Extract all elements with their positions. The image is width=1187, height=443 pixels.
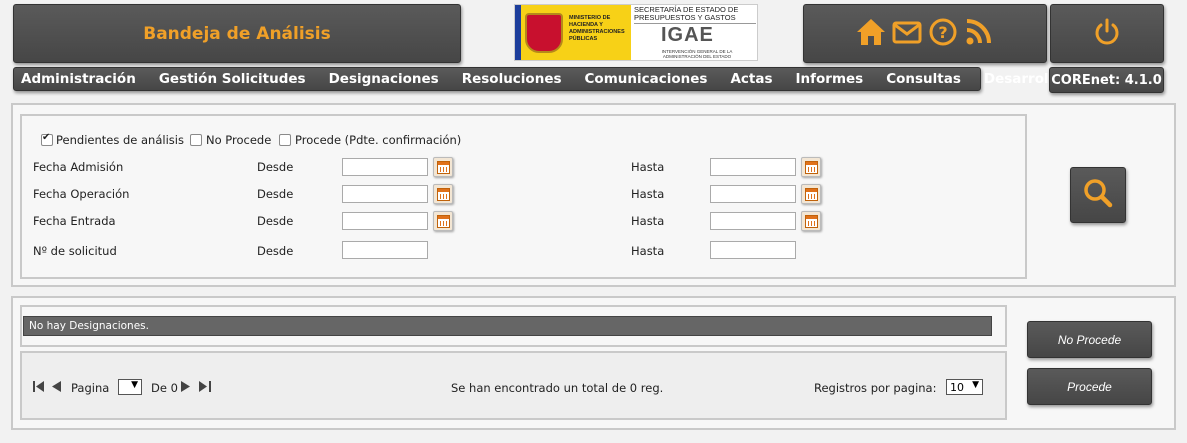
fecha-entrada-hasta-input[interactable] xyxy=(710,212,796,230)
calendar-button[interactable] xyxy=(433,184,453,204)
svg-text:?: ? xyxy=(938,23,947,42)
calendar-button[interactable] xyxy=(433,211,453,231)
fecha-entrada-hasta-label: Hasta xyxy=(631,214,665,228)
checkbox-no-procede[interactable] xyxy=(190,134,202,146)
app-title: Bandeja de Análisis xyxy=(143,23,331,44)
page-label: Pagina xyxy=(71,381,110,395)
calendar-icon xyxy=(804,160,818,174)
logo-eu-stripe xyxy=(515,5,521,60)
first-page-icon[interactable] xyxy=(33,381,45,395)
fecha-admision-label: Fecha Admisión xyxy=(33,160,124,174)
checkbox-pendientes-label: Pendientes de análisis xyxy=(56,133,184,147)
search-button[interactable] xyxy=(1070,167,1126,223)
help-icon[interactable]: ? xyxy=(927,17,959,51)
version-badge: COREnet: 4.1.0 xyxy=(1049,67,1164,93)
calendar-icon xyxy=(436,214,450,228)
fecha-admision-hasta-input[interactable] xyxy=(710,158,796,176)
per-page-value: 10 xyxy=(950,380,964,394)
fecha-operacion-desde-input[interactable] xyxy=(342,185,428,203)
calendar-button[interactable] xyxy=(801,184,821,204)
logout-button[interactable] xyxy=(1050,4,1164,63)
ministry-logo: MINISTERIO DE HACIENDA Y ADMINISTRACIONE… xyxy=(514,4,758,61)
total-records-text: Se han encontrado un total de 0 reg. xyxy=(451,381,664,395)
procede-button[interactable]: Procede xyxy=(1027,368,1152,405)
menu-item-comunicaciones[interactable]: Comunicaciones xyxy=(585,71,708,87)
fecha-admision-desde-input[interactable] xyxy=(342,158,428,176)
menu-item-actas[interactable]: Actas xyxy=(730,71,772,87)
fecha-entrada-label: Fecha Entrada xyxy=(33,214,116,228)
logo-igae-subtitle: INTERVENCIÓN GENERAL DE LA ADMINISTRACIÓ… xyxy=(661,49,733,59)
calendar-icon xyxy=(436,187,450,201)
fecha-entrada-desde-input[interactable] xyxy=(342,212,428,230)
fecha-operacion-hasta-label: Hasta xyxy=(631,187,665,201)
logo-igae-text: IGAE xyxy=(661,24,714,46)
no-procede-button[interactable]: No Procede xyxy=(1027,321,1152,358)
checkbox-procede-label: Procede (Pdte. confirmación) xyxy=(295,133,462,147)
empty-results-message: No hay Designaciones. xyxy=(23,316,992,336)
num-solicitud-desde-label: Desde xyxy=(257,244,294,258)
next-page-icon[interactable] xyxy=(181,381,191,395)
mail-icon[interactable] xyxy=(891,17,923,51)
home-icon[interactable] xyxy=(855,17,887,51)
checkbox-no-procede-label: No Procede xyxy=(206,133,272,147)
menu-item-gestion-solicitudes[interactable]: Gestión Solicitudes xyxy=(159,71,306,87)
menu-item-consultas[interactable]: Consultas xyxy=(886,71,961,87)
coat-of-arms-icon xyxy=(525,13,563,53)
page-select[interactable]: ▼ xyxy=(118,379,142,395)
fecha-operacion-hasta-input[interactable] xyxy=(710,185,796,203)
checkbox-pendientes[interactable] xyxy=(41,132,53,146)
calendar-button[interactable] xyxy=(801,211,821,231)
menu-item-administracion[interactable]: Administración xyxy=(21,71,136,87)
main-menu: Administración Gestión Solicitudes Desig… xyxy=(13,67,1063,91)
per-page-label: Registros por pagina: xyxy=(814,381,937,395)
checkbox-procede[interactable] xyxy=(279,134,291,146)
fecha-admision-desde-label: Desde xyxy=(257,160,294,174)
search-icon xyxy=(1082,177,1114,213)
num-solicitud-hasta-input[interactable] xyxy=(710,241,796,259)
num-solicitud-desde-input[interactable] xyxy=(342,241,428,259)
power-icon xyxy=(1092,17,1122,51)
prev-page-icon[interactable] xyxy=(51,381,61,395)
menu-item-resoluciones[interactable]: Resoluciones xyxy=(462,71,562,87)
fecha-entrada-desde-label: Desde xyxy=(257,214,294,228)
calendar-icon xyxy=(804,214,818,228)
fecha-operacion-desde-label: Desde xyxy=(257,187,294,201)
rss-icon[interactable] xyxy=(963,17,995,51)
num-solicitud-label: Nº de solicitud xyxy=(33,244,117,258)
app-title-bar: Bandeja de Análisis xyxy=(13,4,461,63)
calendar-button[interactable] xyxy=(801,157,821,177)
calendar-icon xyxy=(436,160,450,174)
calendar-icon xyxy=(804,187,818,201)
chevron-down-icon: ▼ xyxy=(972,380,979,390)
calendar-button[interactable] xyxy=(433,157,453,177)
fecha-operacion-label: Fecha Operación xyxy=(33,187,130,201)
page-total-label: De 0 xyxy=(151,381,178,395)
logo-ministry-text: MINISTERIO DE HACIENDA Y ADMINISTRACIONE… xyxy=(569,15,625,42)
logo-secretary-text: SECRETARÍA DE ESTADO DE PRESUPUESTOS Y G… xyxy=(634,5,739,22)
per-page-select[interactable]: 10 ▼ xyxy=(946,379,983,395)
header-icon-bar: ? xyxy=(803,4,1047,63)
chevron-down-icon: ▼ xyxy=(131,380,138,390)
last-page-icon[interactable] xyxy=(199,381,211,395)
fecha-admision-hasta-label: Hasta xyxy=(631,160,665,174)
menu-item-designaciones[interactable]: Designaciones xyxy=(329,71,439,87)
num-solicitud-hasta-label: Hasta xyxy=(631,244,665,258)
menu-item-informes[interactable]: Informes xyxy=(796,71,864,87)
